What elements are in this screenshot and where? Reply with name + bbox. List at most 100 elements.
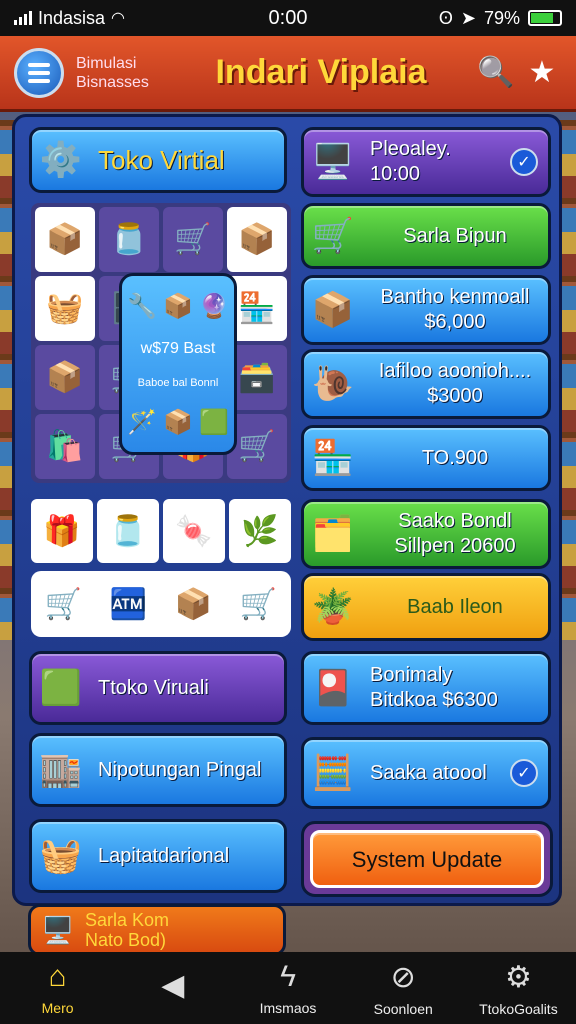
cart-icon[interactable]: 🛒 bbox=[45, 587, 82, 622]
orb-icon: 🔮 bbox=[198, 292, 229, 320]
menu-button[interactable] bbox=[14, 47, 64, 98]
right-tile-1[interactable]: 🖥️ Pleoaley. 10:00 ✓ bbox=[301, 127, 551, 197]
clock: 0:00 bbox=[268, 6, 308, 29]
box-icon[interactable]: 📦 bbox=[35, 207, 95, 272]
back-icon: ◀ bbox=[161, 968, 185, 1002]
tablet-icon: 🖥️ bbox=[311, 143, 355, 181]
deal-popup[interactable]: 🔧 📦 🔮 w$79 Bast Baboe bal Bonnl 🪄 📦 🟩 bbox=[119, 273, 237, 455]
box-icon[interactable]: 📦 bbox=[35, 345, 95, 410]
app-header: Bimulasi Bisnasses Indari Viplaia 🔍 ★ bbox=[0, 36, 576, 112]
popup-subtitle: Baboe bal Bonnl bbox=[137, 376, 219, 389]
snail-box-icon: 🐌 bbox=[311, 365, 355, 403]
open-box-icon: 📦 bbox=[311, 291, 355, 329]
toko-virtual-title: Toko Virtial bbox=[98, 144, 225, 175]
location-icon: ➤ bbox=[460, 7, 476, 28]
nav-home-label: Mero bbox=[41, 1000, 74, 1016]
sun-gear-icon: ⚙️ bbox=[39, 141, 83, 179]
peek-tile-label: Sarla Kom Nato Bod) bbox=[85, 910, 170, 950]
nav-soonloen[interactable]: ⊘ Soonloen bbox=[346, 952, 461, 1024]
search-icon[interactable]: 🔍 bbox=[476, 53, 516, 93]
main-panel: ⚙️ Toko Virtial 📦 🫙 🛒 📦 🧺 🗄️ 🧾 🏪 📦 🛒 📦 🗃… bbox=[12, 114, 562, 906]
right-tile-5[interactable]: 🏪 TO.900 bbox=[301, 425, 551, 491]
nav-settings-label: TtokoGoalits bbox=[479, 1000, 558, 1017]
pingal-label: Nipotungan Pingal bbox=[98, 758, 262, 781]
right-tile-4[interactable]: 🐌 Iafiloo aoonioh.... $3000 bbox=[301, 349, 551, 419]
stand-icon[interactable]: 🛍️ bbox=[35, 414, 95, 479]
cart-icon[interactable]: 🛒 bbox=[240, 587, 277, 622]
signal-icon bbox=[14, 11, 32, 25]
right-tile-2-label: Sarla Bipun bbox=[403, 224, 507, 247]
right-tile-8[interactable]: 🎴 Bonimaly Bitdkoa $6300 bbox=[301, 651, 551, 725]
box-icon[interactable]: 📦 bbox=[175, 587, 212, 622]
card-icon: 🎴 bbox=[311, 669, 355, 707]
system-update-label: System Update bbox=[351, 846, 503, 872]
crate-icon[interactable]: 🧺 bbox=[35, 276, 95, 341]
cart-row: 🛒 🏧 📦 🛒 bbox=[31, 571, 291, 637]
lapita-tile[interactable]: 🧺 Lapitatdarional bbox=[29, 819, 287, 893]
box-icon: 📦 bbox=[163, 292, 193, 320]
shopping-cart-icon: 🛒 bbox=[311, 217, 355, 255]
status-bar: Indasisa ◠ 0:00 ʘ ➤ 79% bbox=[0, 0, 576, 36]
right-tile-8-label: Bonimaly Bitdkoa $6300 bbox=[370, 664, 498, 711]
right-tile-7[interactable]: 🪴 Baab Ileon bbox=[301, 573, 551, 641]
right-tile-4-label: Iafiloo aoonioh.... $3000 bbox=[378, 360, 532, 407]
right-tile-2[interactable]: 🛒 Sarla Bipun bbox=[301, 203, 551, 269]
bottom-nav: ⌂ Mero ◀ ϟ Imsmaos ⊘ Soonloen ⚙ TtokoGoa… bbox=[0, 952, 576, 1024]
box-icon: 📦 bbox=[163, 408, 193, 436]
folder-icon: 🗂️ bbox=[311, 515, 355, 553]
right-tile-9[interactable]: 🧮 Saaka atoool ✓ bbox=[301, 737, 551, 809]
popup-icons: 🔧 📦 🔮 bbox=[127, 292, 229, 321]
market-stall-icon: 🏬 bbox=[39, 751, 83, 789]
box-icon[interactable]: 📦 bbox=[227, 207, 287, 272]
nav-back[interactable]: ◀ bbox=[115, 952, 230, 1024]
toko-virual-tile[interactable]: 🟩 Ttoko Viruali bbox=[29, 651, 287, 725]
system-update-button[interactable]: System Update bbox=[310, 830, 544, 888]
right-tile-3[interactable]: 📦 Bantho kenmoall $6,000 bbox=[301, 275, 551, 345]
jar-icon[interactable]: 🫙 bbox=[99, 207, 159, 272]
pos-terminal-icon: 🧮 bbox=[311, 754, 355, 792]
wifi-icon: ◠ bbox=[111, 10, 126, 27]
toko-virtual-header[interactable]: ⚙️ Toko Virtial bbox=[29, 127, 287, 193]
peek-tile[interactable]: 🖥️ Sarla Kom Nato Bod) bbox=[28, 904, 286, 956]
popup-icons-bottom: 🪄 📦 🟩 bbox=[127, 408, 229, 437]
right-tile-9-label: Saaka atoool bbox=[370, 761, 487, 784]
app-title: Indari Viplaia bbox=[215, 53, 427, 91]
brand-label: Bimulasi Bisnasses bbox=[76, 54, 172, 92]
basket-icon: 🧺 bbox=[39, 837, 83, 875]
brand-line-1: Bimulasi bbox=[76, 54, 137, 72]
pingal-tile[interactable]: 🏬 Nipotungan Pingal bbox=[29, 733, 287, 807]
right-tile-6[interactable]: 🗂️ Saako Bondl Sillpen 20600 bbox=[301, 499, 551, 569]
nav-home[interactable]: ⌂ Mero bbox=[0, 952, 115, 1024]
jars-icon[interactable]: 🫙 bbox=[97, 499, 159, 563]
gear-icon: ⚙ bbox=[504, 960, 532, 994]
battery-icon bbox=[528, 10, 563, 26]
brand-line-2: Bisnasses bbox=[76, 73, 149, 91]
plant-basket-icon: 🪴 bbox=[311, 588, 355, 626]
right-tile-5-label: TO.900 bbox=[421, 446, 489, 469]
lapita-label: Lapitatdarional bbox=[98, 844, 230, 867]
right-tile-3-label: Bantho kenmoall $6,000 bbox=[380, 286, 530, 333]
right-tile-1-label: Pleoaley. 10:00 bbox=[370, 138, 451, 185]
carrier-name: Indasisa bbox=[38, 7, 106, 28]
right-tile-6-label: Saako Bondl Sillpen 20600 bbox=[394, 510, 516, 557]
cart-icon[interactable]: 🛒 bbox=[163, 207, 223, 272]
star-upload-icon[interactable]: ★ bbox=[522, 53, 562, 93]
nav-imsmaos[interactable]: ϟ Imsmaos bbox=[230, 952, 345, 1024]
nav-settings[interactable]: ⚙ TtokoGoalits bbox=[461, 952, 576, 1024]
plant-cart-icon[interactable]: 🌿 bbox=[229, 499, 291, 563]
check-icon: ✓ bbox=[510, 148, 538, 176]
candy-box-icon[interactable]: 🍬 bbox=[163, 499, 225, 563]
wand-icon: 🪄 bbox=[127, 408, 158, 436]
popup-value: w$79 Bast bbox=[140, 339, 216, 357]
gift-box-icon[interactable]: 🎁 bbox=[31, 499, 93, 563]
nav-imsmaos-label: Imsmaos bbox=[259, 1000, 317, 1016]
tools-icon: 🔧 bbox=[127, 292, 158, 320]
system-update-frame: System Update bbox=[301, 821, 553, 897]
product-row: 🎁 🫙 🍬 🌿 bbox=[31, 499, 291, 563]
right-tile-7-label: Baab Ileon bbox=[407, 595, 503, 618]
monitor-icon: 🖥️ bbox=[41, 914, 75, 945]
home-icon: ⌂ bbox=[48, 960, 67, 993]
kiosk-icon[interactable]: 🏧 bbox=[110, 587, 147, 622]
green-box-icon: 🟩 bbox=[39, 669, 83, 707]
lightning-icon: ϟ bbox=[280, 960, 296, 993]
